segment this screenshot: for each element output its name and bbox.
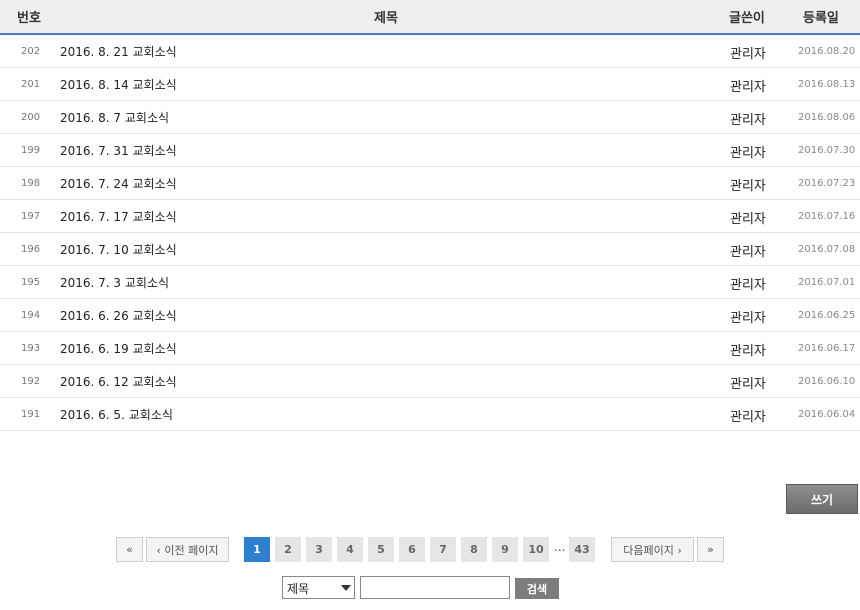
page-2-button[interactable]: 2 [275,537,301,562]
first-page-button[interactable]: « [116,537,143,562]
row-num: 197 [21,211,41,222]
page-7-button[interactable]: 7 [430,537,456,562]
row-num: 195 [21,277,41,288]
table-row: 199 2016. 7. 31 교회소식 관리자 2016.07.30 [0,134,860,167]
page-10-button[interactable]: 10 [523,537,549,562]
row-writer: 관리자 [730,245,766,260]
row-title-link[interactable]: 2016. 7. 31 교회소식 [60,142,177,159]
row-title-link[interactable]: 2016. 7. 24 교회소식 [60,175,177,192]
row-date: 2016.06.10 [798,376,856,387]
page-4-button[interactable]: 4 [337,537,363,562]
page-6-button[interactable]: 6 [399,537,425,562]
row-writer: 관리자 [730,311,766,326]
table-body: 202 2016. 8. 21 교회소식 관리자 2016.08.20 201 … [0,35,860,431]
row-num: 192 [21,376,41,387]
header-date: 등록일 [803,11,839,26]
row-writer: 관리자 [730,212,766,227]
write-button[interactable]: 쓰기 [786,484,858,514]
row-date: 2016.08.13 [798,79,856,90]
table-row: 201 2016. 8. 14 교회소식 관리자 2016.08.13 [0,68,860,101]
row-title-link[interactable]: 2016. 7. 17 교회소식 [60,208,177,225]
row-date: 2016.08.06 [798,112,856,123]
header-title: 제목 [374,11,398,26]
next-page-button[interactable]: 다음페이지 › [611,537,694,562]
search-input[interactable] [360,576,510,599]
row-date: 2016.07.23 [798,178,856,189]
table-row: 202 2016. 8. 21 교회소식 관리자 2016.08.20 [0,35,860,68]
row-title-link[interactable]: 2016. 8. 14 교회소식 [60,76,177,93]
row-date: 2016.07.08 [798,244,856,255]
header-writer: 글쓴이 [729,11,765,26]
row-date: 2016.08.20 [798,46,856,57]
row-num: 200 [21,112,41,123]
table-header: 번호 제목 글쓴이 등록일 [0,0,860,35]
row-date: 2016.06.17 [798,343,856,354]
pager-ellipsis: ... [554,540,566,554]
page-9-button[interactable]: 9 [492,537,518,562]
row-date: 2016.06.25 [798,310,856,321]
row-title-link[interactable]: 2016. 6. 19 교회소식 [60,340,177,357]
row-date: 2016.07.16 [798,211,856,222]
table-row: 193 2016. 6. 19 교회소식 관리자 2016.06.17 [0,332,860,365]
table-row: 198 2016. 7. 24 교회소식 관리자 2016.07.23 [0,167,860,200]
row-title-link[interactable]: 2016. 6. 12 교회소식 [60,373,177,390]
table-row: 192 2016. 6. 12 교회소식 관리자 2016.06.10 [0,365,860,398]
row-num: 194 [21,310,41,321]
table-row: 196 2016. 7. 10 교회소식 관리자 2016.07.08 [0,233,860,266]
row-num: 191 [21,409,41,420]
row-date: 2016.07.01 [798,277,856,288]
table-row: 191 2016. 6. 5. 교회소식 관리자 2016.06.04 [0,398,860,431]
page-8-button[interactable]: 8 [461,537,487,562]
page-43-button[interactable]: 43 [569,537,595,562]
row-num: 202 [21,46,41,57]
page-5-button[interactable]: 5 [368,537,394,562]
prev-page-button[interactable]: ‹ 이전 페이지 [146,537,229,562]
last-page-button[interactable]: » [697,537,724,562]
page-1-button[interactable]: 1 [244,537,270,562]
row-writer: 관리자 [730,113,766,128]
row-writer: 관리자 [730,146,766,161]
row-writer: 관리자 [730,344,766,359]
row-num: 199 [21,145,41,156]
table-row: 195 2016. 7. 3 교회소식 관리자 2016.07.01 [0,266,860,299]
row-title-link[interactable]: 2016. 7. 3 교회소식 [60,274,169,291]
row-num: 193 [21,343,41,354]
header-num: 번호 [17,11,41,26]
chevron-down-icon [341,585,351,591]
row-num: 196 [21,244,41,255]
row-title-link[interactable]: 2016. 8. 21 교회소식 [60,43,177,60]
search-field-value: 제목 [287,582,310,596]
row-num: 201 [21,79,41,90]
row-writer: 관리자 [730,179,766,194]
row-writer: 관리자 [730,80,766,95]
row-writer: 관리자 [730,278,766,293]
row-date: 2016.06.04 [798,409,856,420]
row-title-link[interactable]: 2016. 8. 7 교회소식 [60,109,169,126]
row-title-link[interactable]: 2016. 6. 26 교회소식 [60,307,177,324]
row-title-link[interactable]: 2016. 7. 10 교회소식 [60,241,177,258]
row-writer: 관리자 [730,377,766,392]
search-field-select[interactable]: 제목 [282,576,355,599]
row-title-link[interactable]: 2016. 6. 5. 교회소식 [60,406,173,423]
row-date: 2016.07.30 [798,145,856,156]
row-writer: 관리자 [730,47,766,62]
table-row: 197 2016. 7. 17 교회소식 관리자 2016.07.16 [0,200,860,233]
search-button[interactable]: 검색 [515,578,559,599]
table-row: 200 2016. 8. 7 교회소식 관리자 2016.08.06 [0,101,860,134]
row-writer: 관리자 [730,410,766,425]
page-3-button[interactable]: 3 [306,537,332,562]
row-num: 198 [21,178,41,189]
table-row: 194 2016. 6. 26 교회소식 관리자 2016.06.25 [0,299,860,332]
